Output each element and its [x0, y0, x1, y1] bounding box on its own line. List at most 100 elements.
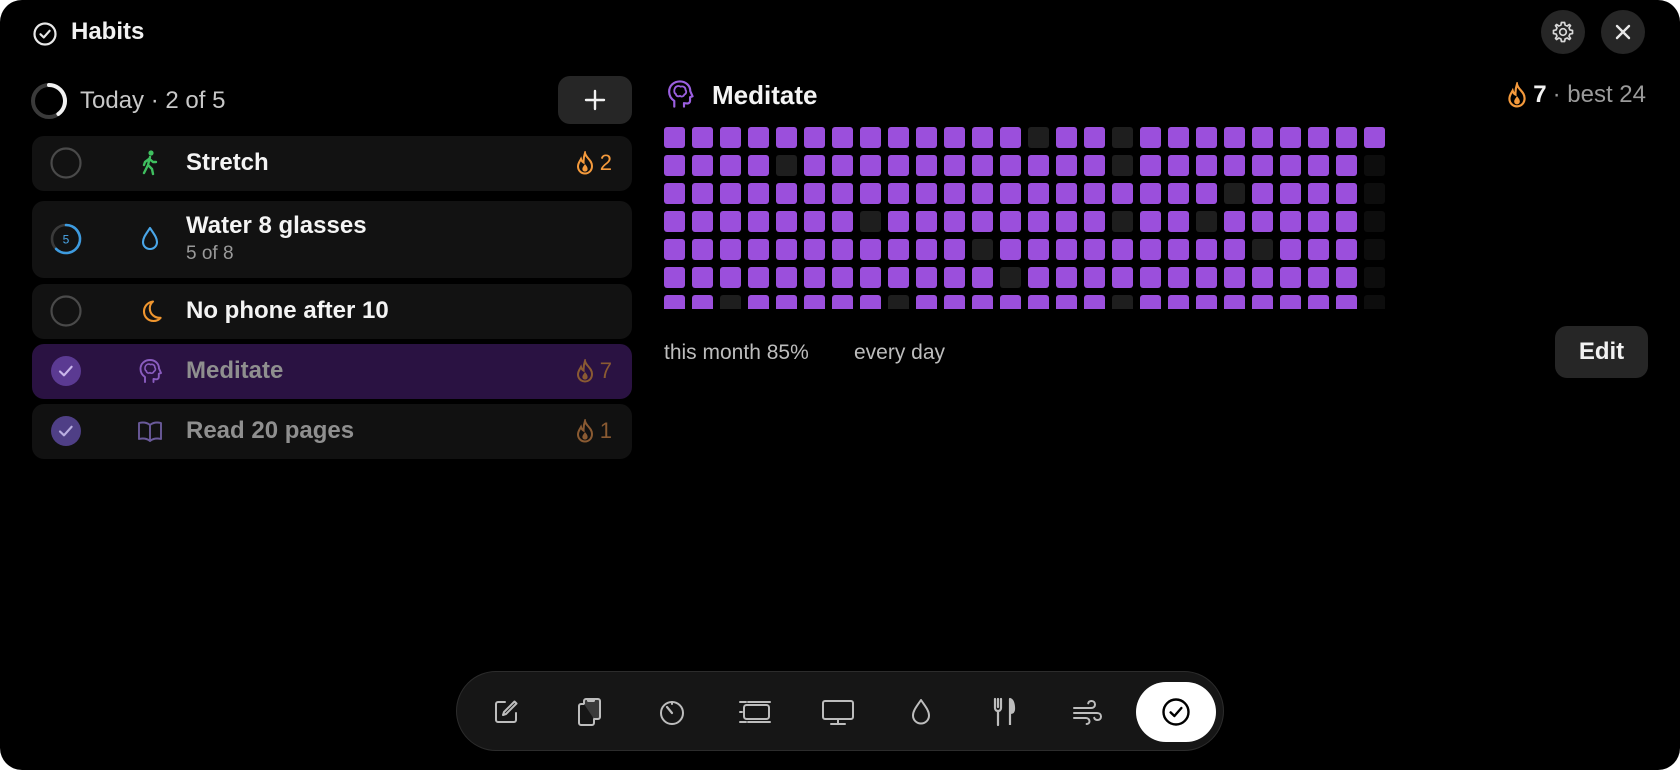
dock-clipboard[interactable]: [559, 682, 619, 742]
history-day-cell: [1140, 295, 1161, 309]
history-day-cell: [1224, 211, 1245, 232]
history-day-cell: [860, 155, 881, 176]
list-icon: [738, 697, 772, 727]
flame-icon: [576, 359, 594, 383]
history-day-cell: [1000, 127, 1021, 148]
habit-checkbox-checked[interactable]: [50, 355, 82, 387]
history-day-cell: [1028, 239, 1049, 260]
history-day-cell: [1168, 183, 1189, 204]
history-day-cell: [1336, 155, 1357, 176]
history-day-cell: [1252, 155, 1273, 176]
current-streak: 7: [1533, 81, 1547, 108]
history-day-cell: [1252, 211, 1273, 232]
history-day-cell: [944, 239, 965, 260]
history-day-cell: [916, 211, 937, 232]
history-day-cell: [888, 295, 909, 309]
history-day-cell: [1308, 183, 1329, 204]
check-circle-icon: [32, 21, 58, 47]
history-day-cell: [1000, 295, 1021, 309]
dock-breathe[interactable]: [1057, 682, 1117, 742]
head-brain-icon: [136, 357, 164, 385]
history-day-cell: [1280, 239, 1301, 260]
history-day-cell: [1280, 267, 1301, 288]
monitor-icon: [821, 697, 855, 727]
month-stat: this month 85%: [664, 341, 809, 364]
history-day-cell: [1140, 239, 1161, 260]
habit-row-water[interactable]: 5 Water 8 glasses 5 of 8: [32, 201, 632, 278]
history-day-cell: [692, 155, 713, 176]
add-habit-button[interactable]: [558, 76, 632, 124]
history-day-cell: [776, 267, 797, 288]
history-day-cell: [692, 295, 713, 309]
bottom-dock: [456, 671, 1224, 751]
dock-display[interactable]: [808, 682, 868, 742]
habit-name: Stretch: [186, 149, 269, 176]
history-day-cell: [1196, 183, 1217, 204]
habit-streak: 1: [576, 418, 612, 444]
habit-checkbox[interactable]: [50, 295, 82, 327]
dock-water[interactable]: [891, 682, 951, 742]
habit-checkbox[interactable]: [50, 147, 82, 179]
history-day-cell: [1196, 211, 1217, 232]
history-day-cell: [776, 127, 797, 148]
history-day-cell: [1364, 127, 1385, 148]
moon-icon: [136, 297, 164, 325]
dock-timer[interactable]: [642, 682, 702, 742]
history-day-cell: [1056, 239, 1077, 260]
history-day-cell: [1280, 183, 1301, 204]
history-day-cell: [1364, 267, 1385, 288]
history-day-cell: [720, 295, 741, 309]
history-day-cell: [692, 267, 713, 288]
dock-food[interactable]: [974, 682, 1034, 742]
history-day-cell: [1280, 295, 1301, 309]
history-day-cell: [1308, 239, 1329, 260]
history-day-cell: [944, 267, 965, 288]
habit-checkbox-checked[interactable]: [50, 415, 82, 447]
history-day-cell: [1084, 295, 1105, 309]
history-day-cell: [1252, 127, 1273, 148]
close-button[interactable]: [1601, 10, 1645, 54]
history-day-cell: [692, 183, 713, 204]
history-day-cell: [972, 183, 993, 204]
best-streak: · best 24: [1552, 81, 1646, 108]
history-day-cell: [748, 295, 769, 309]
history-day-cell: [1084, 239, 1105, 260]
history-day-cell: [1336, 239, 1357, 260]
history-day-cell: [832, 183, 853, 204]
history-day-cell: [972, 211, 993, 232]
history-day-cell: [1028, 127, 1049, 148]
history-day-cell: [692, 211, 713, 232]
habit-name: No phone after 10: [186, 297, 389, 324]
history-day-cell: [1196, 295, 1217, 309]
dock-habits[interactable]: [1136, 682, 1216, 742]
history-day-cell: [1112, 211, 1133, 232]
history-day-cell: [720, 155, 741, 176]
history-day-cell: [804, 127, 825, 148]
history-day-cell: [1336, 295, 1357, 309]
edit-button[interactable]: Edit: [1555, 326, 1648, 378]
habit-row-read[interactable]: Read 20 pages 1: [32, 404, 632, 459]
gear-icon: [1551, 20, 1575, 44]
history-day-cell: [1336, 267, 1357, 288]
history-day-cell: [944, 295, 965, 309]
history-day-cell: [972, 155, 993, 176]
settings-button[interactable]: [1541, 10, 1585, 54]
history-day-cell: [720, 183, 741, 204]
droplet-icon: [136, 225, 164, 253]
history-day-cell: [860, 127, 881, 148]
habit-progress-ring[interactable]: 5: [50, 223, 82, 255]
dock-list[interactable]: [725, 682, 785, 742]
history-day-cell: [832, 155, 853, 176]
history-day-cell: [804, 295, 825, 309]
today-progress-ring: [30, 82, 68, 120]
history-day-cell: [1196, 267, 1217, 288]
dock-notes[interactable]: [476, 682, 536, 742]
habit-row-meditate[interactable]: Meditate 7: [32, 344, 632, 399]
habit-row-no-phone[interactable]: No phone after 10: [32, 284, 632, 339]
history-day-cell: [1000, 239, 1021, 260]
history-day-cell: [804, 155, 825, 176]
history-day-cell: [1000, 183, 1021, 204]
window-title: Habits: [71, 18, 145, 45]
habit-row-stretch[interactable]: Stretch 2: [32, 136, 632, 191]
history-day-cell: [1084, 155, 1105, 176]
